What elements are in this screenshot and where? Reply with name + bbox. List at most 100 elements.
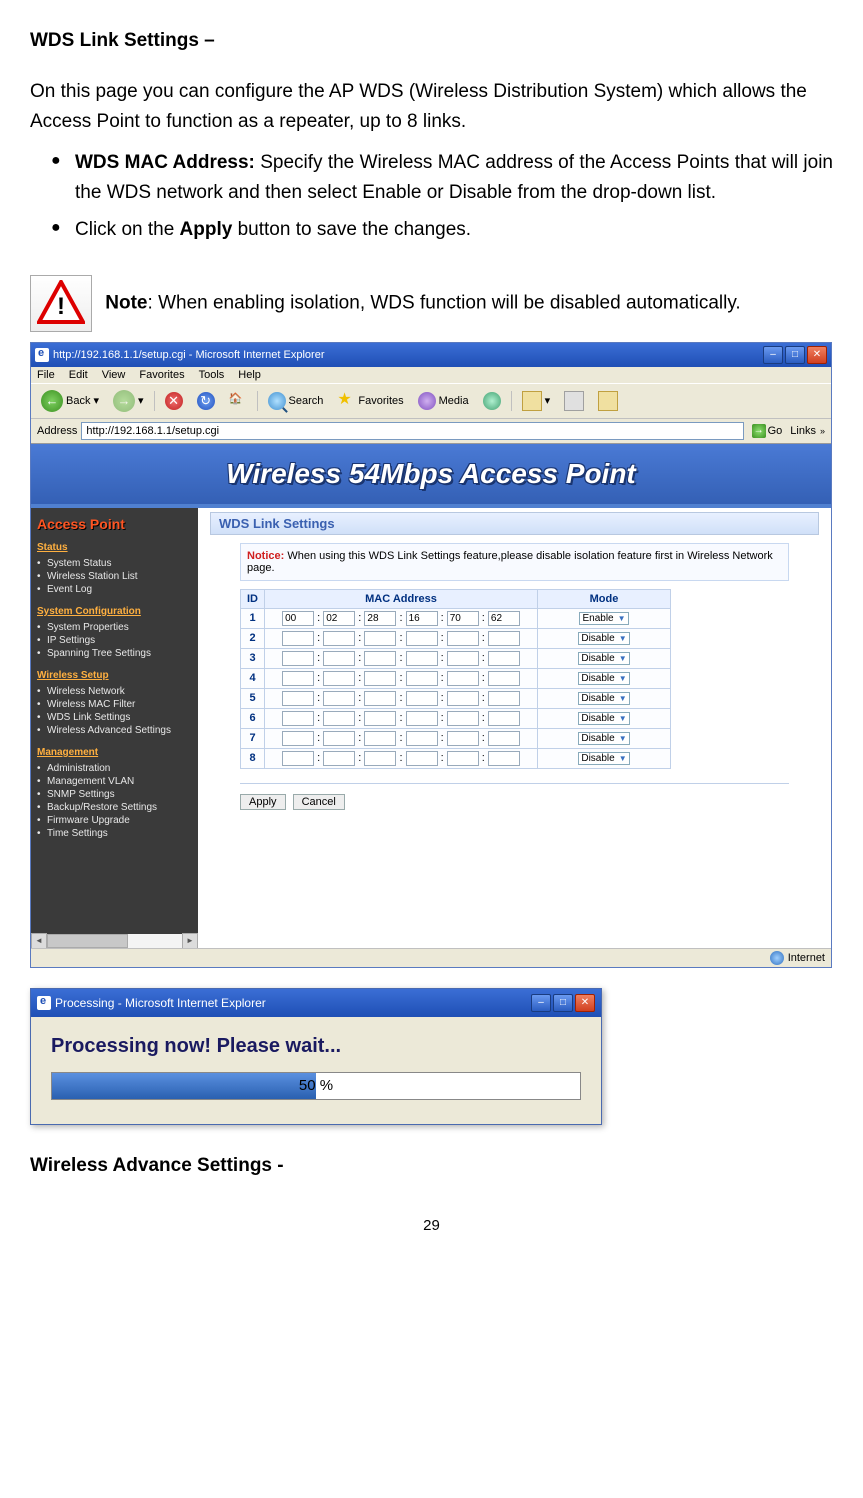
sidebar-item[interactable]: Firmware Upgrade	[37, 814, 192, 827]
sidebar-item[interactable]: Backup/Restore Settings	[37, 801, 192, 814]
cancel-button[interactable]: Cancel	[293, 794, 345, 810]
refresh-button[interactable]: ↻	[193, 390, 219, 412]
mac-octet-input[interactable]	[323, 651, 355, 666]
mac-octet-input[interactable]	[323, 631, 355, 646]
mac-octet-input[interactable]	[282, 671, 314, 686]
mac-octet-input[interactable]	[364, 691, 396, 706]
sidebar-item[interactable]: Wireless MAC Filter	[37, 698, 192, 711]
sidebar-item[interactable]: Administration	[37, 762, 192, 775]
menu-help[interactable]: Help	[238, 369, 261, 381]
mode-select[interactable]: Disable▼	[578, 672, 629, 685]
sidebar-head[interactable]: Wireless Setup	[37, 670, 192, 681]
mode-select[interactable]: Disable▼	[578, 732, 629, 745]
sidebar-item[interactable]: Wireless Station List	[37, 570, 192, 583]
mac-octet-input[interactable]	[488, 731, 520, 746]
mac-octet-input[interactable]	[406, 651, 438, 666]
mac-octet-input[interactable]	[364, 671, 396, 686]
sidebar-item[interactable]: IP Settings	[37, 634, 192, 647]
mode-select[interactable]: Disable▼	[578, 692, 629, 705]
mac-octet-input[interactable]	[447, 711, 479, 726]
mac-octet-input[interactable]	[406, 751, 438, 766]
mac-octet-input[interactable]	[488, 631, 520, 646]
mac-octet-input[interactable]	[323, 691, 355, 706]
mail-button[interactable]: ▾	[518, 389, 555, 413]
mac-octet-input[interactable]	[447, 651, 479, 666]
back-button[interactable]: ←Back ▾	[37, 388, 103, 414]
mac-octet-input[interactable]	[447, 751, 479, 766]
menu-edit[interactable]: Edit	[69, 369, 88, 381]
mac-octet-input[interactable]	[447, 671, 479, 686]
mode-select[interactable]: Disable▼	[578, 632, 629, 645]
mac-octet-input[interactable]	[323, 671, 355, 686]
mac-octet-input[interactable]	[488, 611, 520, 626]
sidebar-head[interactable]: Management	[37, 747, 192, 758]
mac-octet-input[interactable]	[364, 711, 396, 726]
sidebar-scrollbar[interactable]: ◄ ►	[31, 934, 198, 948]
sidebar-item[interactable]: SNMP Settings	[37, 788, 192, 801]
sidebar-head[interactable]: Status	[37, 542, 192, 553]
home-button[interactable]: 🏠	[225, 390, 251, 412]
mac-octet-input[interactable]	[406, 671, 438, 686]
mac-octet-input[interactable]	[282, 731, 314, 746]
mac-octet-input[interactable]	[488, 691, 520, 706]
mac-octet-input[interactable]	[282, 751, 314, 766]
mac-octet-input[interactable]	[488, 651, 520, 666]
mac-octet-input[interactable]	[282, 691, 314, 706]
mac-octet-input[interactable]	[323, 611, 355, 626]
sidebar-item[interactable]: Wireless Advanced Settings	[37, 724, 192, 737]
history-button[interactable]	[479, 390, 505, 412]
dialog-close-button[interactable]: ✕	[575, 994, 595, 1012]
scroll-right-icon[interactable]: ►	[182, 933, 198, 948]
links-label[interactable]: Links	[790, 425, 816, 437]
menu-favorites[interactable]: Favorites	[139, 369, 184, 381]
mac-octet-input[interactable]	[488, 711, 520, 726]
mac-octet-input[interactable]	[447, 691, 479, 706]
mac-octet-input[interactable]	[447, 631, 479, 646]
mac-octet-input[interactable]	[323, 751, 355, 766]
mac-octet-input[interactable]	[406, 711, 438, 726]
mac-octet-input[interactable]	[282, 711, 314, 726]
mac-octet-input[interactable]	[364, 611, 396, 626]
print-button[interactable]	[560, 389, 588, 413]
maximize-button[interactable]: □	[785, 346, 805, 364]
menu-tools[interactable]: Tools	[199, 369, 225, 381]
mac-octet-input[interactable]	[364, 731, 396, 746]
apply-button[interactable]: Apply	[240, 794, 286, 810]
sidebar-item[interactable]: Wireless Network	[37, 685, 192, 698]
mac-octet-input[interactable]	[323, 711, 355, 726]
forward-button[interactable]: →▾	[109, 388, 148, 414]
sidebar-item[interactable]: Event Log	[37, 583, 192, 596]
go-button[interactable]: →Go	[748, 423, 787, 439]
search-button[interactable]: Search	[264, 390, 328, 412]
mode-select[interactable]: Disable▼	[578, 652, 629, 665]
mac-octet-input[interactable]	[447, 611, 479, 626]
favorites-button[interactable]: ★Favorites	[333, 390, 407, 412]
mac-octet-input[interactable]	[406, 611, 438, 626]
mac-octet-input[interactable]	[488, 671, 520, 686]
media-button[interactable]: Media	[414, 390, 473, 412]
sidebar-item[interactable]: System Properties	[37, 621, 192, 634]
mac-octet-input[interactable]	[406, 631, 438, 646]
sidebar-item[interactable]: System Status	[37, 557, 192, 570]
edit-button[interactable]	[594, 389, 622, 413]
dialog-minimize-button[interactable]: –	[531, 994, 551, 1012]
scroll-left-icon[interactable]: ◄	[31, 933, 47, 948]
stop-button[interactable]: ✕	[161, 390, 187, 412]
minimize-button[interactable]: –	[763, 346, 783, 364]
close-button[interactable]: ✕	[807, 346, 827, 364]
mode-select[interactable]: Disable▼	[578, 752, 629, 765]
menu-file[interactable]: File	[37, 369, 55, 381]
mac-octet-input[interactable]	[488, 751, 520, 766]
mac-octet-input[interactable]	[406, 691, 438, 706]
mac-octet-input[interactable]	[282, 611, 314, 626]
sidebar-head[interactable]: System Configuration	[37, 606, 192, 617]
mac-octet-input[interactable]	[323, 731, 355, 746]
sidebar-item[interactable]: Management VLAN	[37, 775, 192, 788]
mac-octet-input[interactable]	[364, 651, 396, 666]
sidebar-item[interactable]: WDS Link Settings	[37, 711, 192, 724]
mac-octet-input[interactable]	[406, 731, 438, 746]
mac-octet-input[interactable]	[282, 631, 314, 646]
menu-view[interactable]: View	[102, 369, 126, 381]
mode-select[interactable]: Disable▼	[578, 712, 629, 725]
sidebar-item[interactable]: Time Settings	[37, 827, 192, 840]
